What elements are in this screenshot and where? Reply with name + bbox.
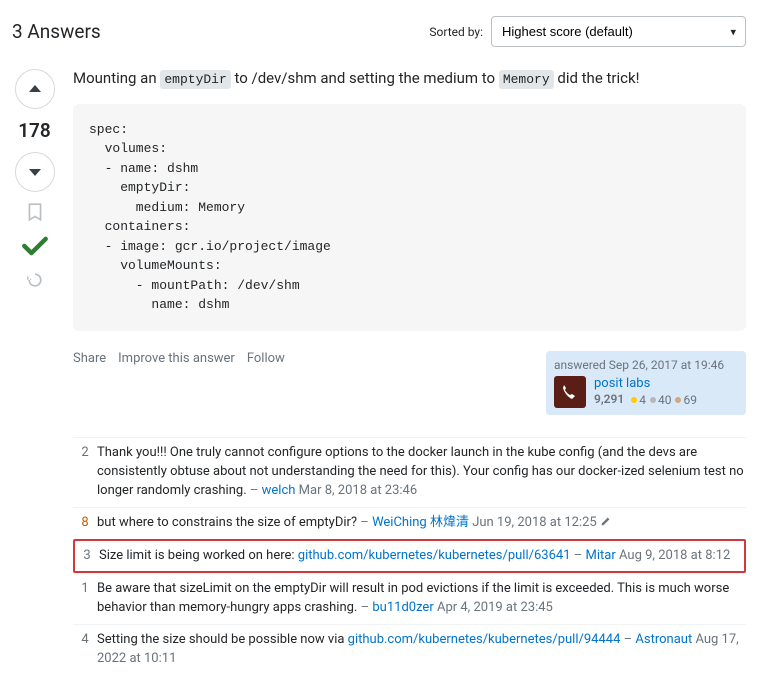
follow-link[interactable]: Follow (247, 351, 285, 366)
upvote-button[interactable] (15, 69, 55, 109)
code-block: spec: volumes: - name: dshm emptyDir: me… (73, 104, 746, 331)
pencil-icon (600, 515, 612, 527)
comment-timestamp: Apr 4, 2019 at 23:45 (437, 600, 553, 615)
downvote-button[interactable] (15, 152, 55, 192)
author-link[interactable]: posit labs (594, 376, 650, 391)
author-card: answered Sep 26, 2017 at 19:46 posit lab… (546, 351, 746, 416)
sort-label: Sorted by: (429, 25, 483, 39)
vote-column: 178 (12, 67, 57, 675)
comment-body: but where to constrains the size of empt… (97, 514, 746, 533)
comment-row: 4Setting the size should be possible now… (73, 624, 746, 675)
silver-badge: 40 (650, 393, 672, 409)
improve-link[interactable]: Improve this answer (118, 351, 235, 366)
comment-user-link[interactable]: bu11d0zer (372, 600, 433, 615)
comment-timestamp: Jun 19, 2018 at 12:25 (472, 515, 597, 530)
avatar-glyph-icon (560, 382, 580, 402)
comment-score: 4 (73, 631, 97, 669)
caret-up-icon (27, 81, 43, 97)
reputation: 9,291 (594, 392, 624, 406)
comment-user-link[interactable]: Mitar (586, 548, 616, 563)
comment-body: Be aware that sizeLimit on the emptyDir … (97, 580, 746, 618)
avatar[interactable] (554, 376, 586, 408)
comment-score: 1 (73, 580, 97, 618)
caret-down-icon (27, 164, 43, 180)
comment-score: 8 (73, 514, 97, 533)
comment-row: 3Size limit is being worked on here: git… (73, 539, 746, 574)
vote-count: 178 (18, 111, 51, 150)
answered-time: answered Sep 26, 2017 at 19:46 (554, 358, 738, 372)
comment-row: 8but where to constrains the size of emp… (73, 507, 746, 539)
history-icon[interactable] (25, 270, 45, 290)
answer-text: Mounting an emptyDir to /dev/shm and set… (73, 67, 746, 90)
comment-body: Thank you!!! One truly cannot configure … (97, 444, 746, 501)
share-link[interactable]: Share (73, 351, 106, 366)
answers-heading: 3 Answers (12, 20, 101, 43)
comment-row: 2Thank you!!! One truly cannot configure… (73, 437, 746, 507)
comment-user-link[interactable]: Astronaut (635, 632, 692, 647)
sort-select[interactable]: Highest score (default) (491, 16, 746, 47)
comment-link[interactable]: github.com/kubernetes/kubernetes/pull/63… (298, 548, 571, 563)
comment-user-link[interactable]: WeiChing 林煒清 (372, 515, 469, 530)
inline-code: emptyDir (160, 70, 230, 89)
comment-body: Setting the size should be possible now … (97, 631, 746, 669)
bronze-badge: 69 (675, 393, 697, 409)
comment-score: 2 (73, 444, 97, 501)
comment-timestamp: Aug 9, 2018 at 8:12 (619, 548, 730, 563)
gold-badge: 4 (631, 393, 646, 409)
bookmark-icon[interactable] (25, 202, 45, 222)
comments-list: 2Thank you!!! One truly cannot configure… (73, 437, 746, 675)
comment-score: 3 (75, 547, 99, 566)
inline-code: Memory (499, 70, 554, 89)
comment-link[interactable]: github.com/kubernetes/kubernetes/pull/94… (348, 632, 621, 647)
accepted-check-icon (19, 230, 51, 262)
comment-user-link[interactable]: welch (262, 483, 296, 498)
comment-row: 1Be aware that sizeLimit on the emptyDir… (73, 573, 746, 624)
comment-timestamp: Mar 8, 2018 at 23:46 (299, 483, 418, 498)
comment-body: Size limit is being worked on here: gith… (99, 547, 742, 566)
